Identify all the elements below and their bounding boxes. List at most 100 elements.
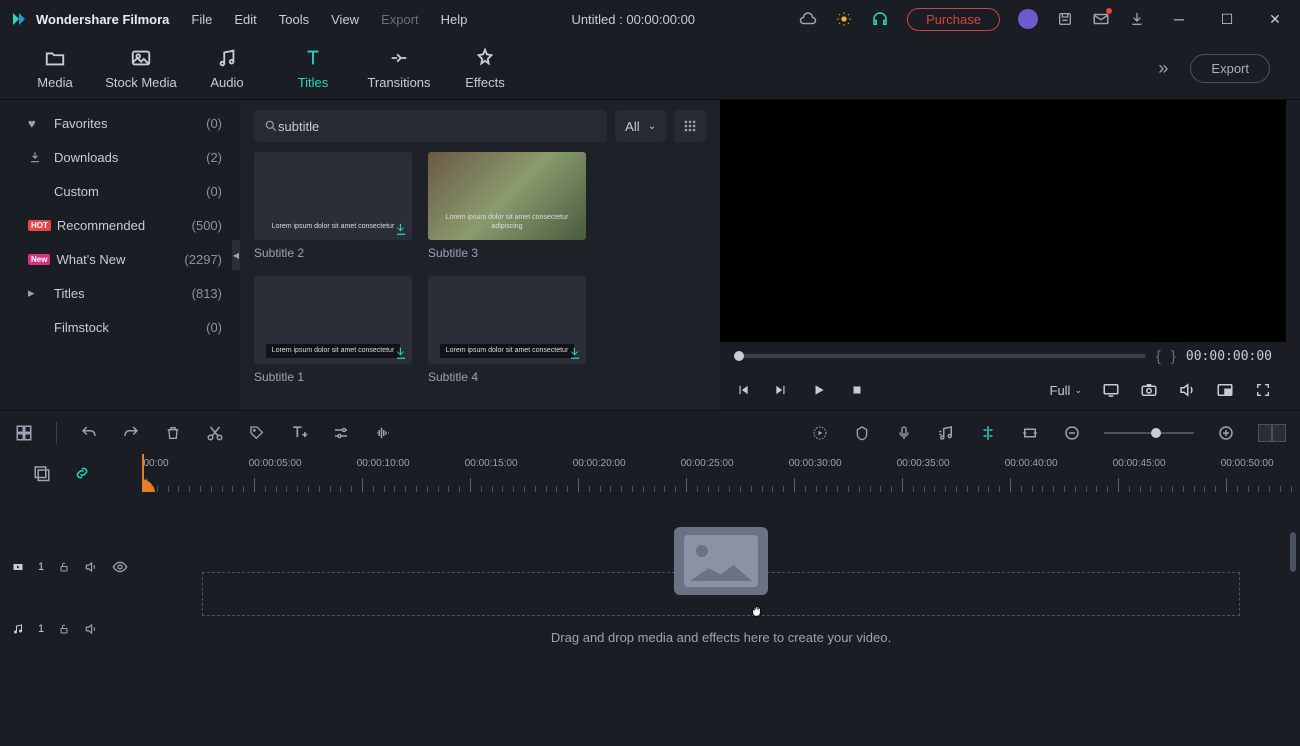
audio-track-header[interactable]: 1 [0, 612, 142, 646]
tracks-canvas[interactable]: Drag and drop media and effects here to … [142, 492, 1300, 746]
link-toggle[interactable] [72, 463, 92, 483]
thumb-subtitle-3[interactable]: Lorem ipsum dolor sit amet consectetur a… [428, 152, 586, 260]
playhead[interactable] [142, 454, 144, 492]
prev-frame-button[interactable] [734, 381, 752, 399]
close-button[interactable]: ✕ [1260, 11, 1290, 28]
tab-audio[interactable]: Audio [184, 47, 270, 90]
track-manager-button[interactable] [32, 463, 52, 483]
menu-view[interactable]: View [331, 12, 359, 27]
mail-icon[interactable] [1092, 10, 1110, 28]
zoom-slider[interactable] [1104, 432, 1194, 434]
tab-media[interactable]: Media [12, 47, 98, 90]
snapshot-icon[interactable] [1140, 381, 1158, 399]
adjust-button[interactable] [331, 423, 351, 443]
mark-out-button[interactable]: } [1171, 348, 1176, 365]
sidebar: ♥ Favorites (0) Downloads (2) Custom (0)… [0, 100, 240, 410]
sidebar-item-whats-new[interactable]: New What's New (2297) [0, 242, 240, 276]
audio-wave-button[interactable] [373, 423, 393, 443]
next-frame-button[interactable] [772, 381, 790, 399]
sidebar-item-downloads[interactable]: Downloads (2) [0, 140, 240, 174]
tab-transitions[interactable]: Transitions [356, 47, 442, 90]
video-track-icon [12, 561, 24, 573]
export-button[interactable]: Export [1190, 54, 1270, 83]
collapse-sidebar-button[interactable]: ◀ [232, 240, 240, 270]
avatar[interactable] [1018, 9, 1038, 29]
image-icon [130, 47, 152, 69]
video-track-header[interactable]: 1 [0, 550, 142, 584]
render-button[interactable] [810, 423, 830, 443]
stop-button[interactable] [848, 381, 866, 399]
tab-effects-label: Effects [465, 75, 505, 90]
purchase-button[interactable]: Purchase [907, 8, 1000, 31]
drop-zone[interactable]: Drag and drop media and effects here to … [202, 572, 1240, 645]
track-headers: 1 1 [0, 492, 142, 746]
time-ruler[interactable]: 00:0000:00:05:0000:00:10:0000:00:15:0000… [142, 454, 1300, 492]
filter-dropdown[interactable]: All ⌄ [615, 110, 666, 142]
audio-icon[interactable] [84, 560, 98, 574]
search-box[interactable] [254, 110, 607, 142]
thumb-subtitle-1[interactable]: Lorem ipsum dolor sit amet consectetur S… [254, 276, 412, 384]
app-logo [10, 10, 28, 28]
titlebar: Wondershare Filmora File Edit Tools View… [0, 0, 1300, 38]
sidebar-item-recommended[interactable]: HOT Recommended (500) [0, 208, 240, 242]
crop-button[interactable] [1020, 423, 1040, 443]
project-title: Untitled : 00:00:00:00 [467, 12, 799, 27]
lock-icon[interactable] [58, 561, 70, 573]
save-icon[interactable] [1056, 10, 1074, 28]
zoom-out-button[interactable] [1062, 423, 1082, 443]
tab-effects[interactable]: Effects [442, 47, 528, 90]
audio-mixer-button[interactable] [936, 423, 956, 443]
fullscreen-icon[interactable] [1254, 381, 1272, 399]
tab-stock-media[interactable]: Stock Media [98, 47, 184, 90]
preview-viewport[interactable] [720, 100, 1286, 342]
voiceover-button[interactable] [894, 423, 914, 443]
cloud-icon[interactable] [799, 10, 817, 28]
search-input[interactable] [278, 119, 597, 134]
maximize-button[interactable]: ☐ [1212, 11, 1242, 28]
download-icon[interactable] [1128, 10, 1146, 28]
sidebar-item-custom[interactable]: Custom (0) [0, 174, 240, 208]
quality-dropdown[interactable]: Full⌄ [1050, 383, 1083, 398]
vertical-scrollbar[interactable] [1290, 532, 1296, 572]
preview-scrubber[interactable] [734, 354, 1146, 358]
cut-button[interactable] [205, 423, 225, 443]
menu-edit[interactable]: Edit [234, 12, 256, 27]
add-text-button[interactable] [289, 423, 309, 443]
menu-file[interactable]: File [191, 12, 212, 27]
delete-button[interactable] [163, 423, 183, 443]
search-icon [264, 119, 278, 133]
play-button[interactable] [810, 381, 828, 399]
sidebar-item-favorites[interactable]: ♥ Favorites (0) [0, 106, 240, 140]
pip-icon[interactable] [1216, 381, 1234, 399]
menu-tools[interactable]: Tools [279, 12, 309, 27]
sidebar-item-filmstock[interactable]: Filmstock (0) [0, 310, 240, 344]
marker-button[interactable] [852, 423, 872, 443]
mute-icon[interactable] [1178, 381, 1196, 399]
lock-icon[interactable] [58, 623, 70, 635]
tab-titles-label: Titles [298, 75, 329, 90]
thumb-subtitle-2[interactable]: Lorem ipsum dolor sit amet consectetur S… [254, 152, 412, 260]
display-settings-icon[interactable] [1102, 381, 1120, 399]
visibility-icon[interactable] [112, 559, 128, 575]
dual-view-toggle[interactable] [1258, 424, 1286, 442]
library-tabs-row: Media Stock Media Audio Titles Transitio… [0, 38, 1300, 100]
grid-view-toggle[interactable] [674, 110, 706, 142]
thumb-subtitle-4[interactable]: Lorem ipsum dolor sit amet consectetur S… [428, 276, 586, 384]
split-button[interactable] [978, 423, 998, 443]
undo-button[interactable] [79, 423, 99, 443]
lightbulb-icon[interactable] [835, 10, 853, 28]
minimize-button[interactable]: ─ [1164, 11, 1194, 27]
zoom-in-button[interactable] [1216, 423, 1236, 443]
headset-icon[interactable] [871, 10, 889, 28]
preview-timecode: 00:00:00:00 [1186, 349, 1272, 364]
tab-titles[interactable]: Titles [270, 47, 356, 90]
sidebar-item-titles[interactable]: ▸ Titles (813) [0, 276, 240, 310]
audio-icon[interactable] [84, 622, 98, 636]
layout-icon[interactable] [14, 423, 34, 443]
redo-button[interactable] [121, 423, 141, 443]
caret-right-icon: ▸ [28, 285, 44, 301]
mark-in-button[interactable]: { [1156, 348, 1161, 365]
tabs-overflow-button[interactable]: » [1158, 58, 1168, 79]
tag-button[interactable] [247, 423, 267, 443]
menu-help[interactable]: Help [441, 12, 468, 27]
